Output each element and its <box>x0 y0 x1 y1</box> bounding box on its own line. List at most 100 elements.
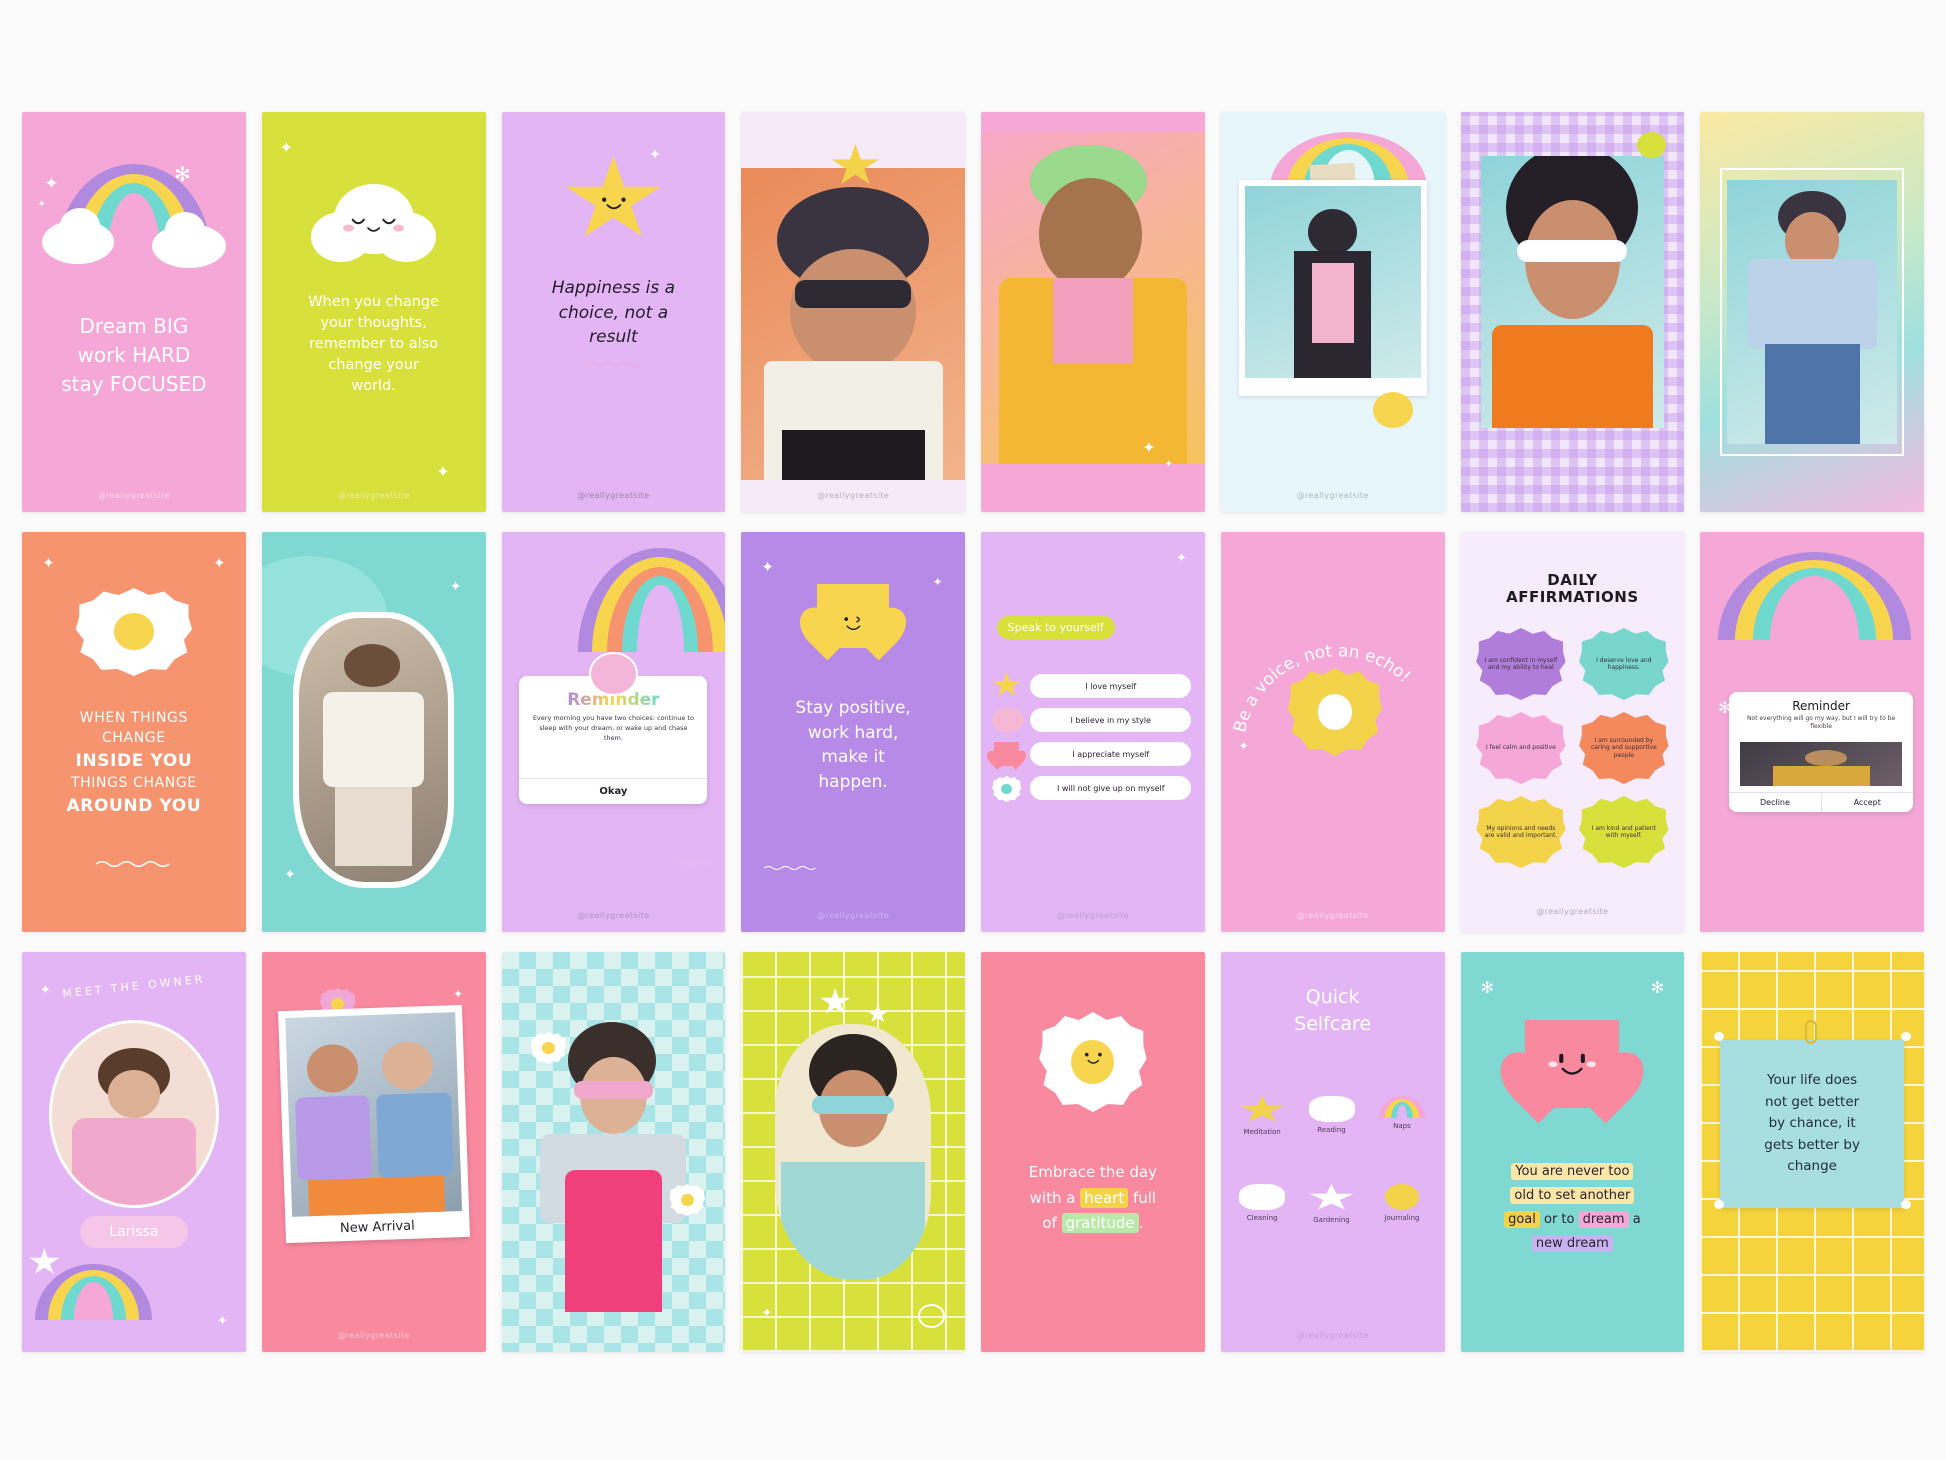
star-icon <box>866 1004 889 1023</box>
quote-line: make it <box>821 747 885 768</box>
quote-text: You are never too old to set another goa… <box>1478 1160 1666 1256</box>
affirmation-flower[interactable]: I am kind and patient with myself. <box>1579 796 1669 868</box>
sparkle-icon: ✦ <box>44 174 59 194</box>
card-change-thoughts[interactable]: ✦ ✦ When you change your thoughts, remem… <box>261 112 486 512</box>
card-new-arrival[interactable]: New Arrival ✦ @reallygreatsite <box>261 952 486 1352</box>
reminder-dialog[interactable]: Reminder Not everything will go my way, … <box>1729 692 1913 812</box>
badge-speak-to-yourself: Speak to yourself <box>996 616 1115 639</box>
card-gradient-denim[interactable] <box>1700 112 1924 512</box>
affirmation-text: I am surrounded by caring and supportive… <box>1590 736 1657 759</box>
card-be-a-voice[interactable]: Be a voice, not an echo! ✦ @reallygreats… <box>1220 532 1445 932</box>
pin-dot-icon <box>1713 1200 1724 1210</box>
sun-icon <box>1384 1184 1419 1210</box>
dialog-body: Not everything will go my way, but I wil… <box>1746 715 1896 731</box>
photo-portrait <box>1480 156 1665 428</box>
quote-line: remember to also <box>309 336 439 353</box>
daisy-sticker-icon <box>669 1184 706 1216</box>
card-reminder-okay[interactable]: Reminder Every morning you have two choi… <box>501 532 726 932</box>
sparkle-icon: ✦ <box>649 147 661 163</box>
rainbow-icon <box>577 548 726 652</box>
badge-label: Speak to yourself <box>1007 621 1104 634</box>
selfcare-item[interactable]: Journaling <box>1371 1184 1434 1222</box>
blob-photo <box>774 1024 932 1280</box>
handle-text: @reallygreatsite <box>1056 911 1129 920</box>
card-lime-grid-portrait[interactable]: ✦ <box>741 952 965 1352</box>
card-photo-braids-laughing[interactable]: ✦ ✦ <box>981 112 1205 512</box>
card-reminder-flexible[interactable]: ✻ Reminder Not everything will go my way… <box>1700 532 1924 932</box>
card-gingham-cateye[interactable] <box>1460 112 1685 512</box>
quote-line: not get better <box>1765 1093 1860 1110</box>
affirmation-flower[interactable]: I deserve love and happiness. <box>1579 628 1669 700</box>
affirmation-item[interactable]: I appreciate myself <box>1030 742 1192 766</box>
quote-text: WHEN THINGS CHANGE INSIDE YOU THINGS CHA… <box>40 708 228 818</box>
affirmation-flower[interactable]: I am confident in myself and my ability … <box>1476 628 1566 700</box>
affirmation-item[interactable]: I will not give up on myself <box>1030 776 1192 800</box>
decline-button[interactable]: Decline <box>1729 793 1822 812</box>
affirmation-item[interactable]: I believe in my style <box>1030 708 1192 732</box>
circle-photo <box>48 1020 219 1208</box>
quote-line: old to set another <box>1478 1184 1666 1208</box>
smiling-sun-icon <box>1372 392 1414 428</box>
quote-highlight: old to set another <box>1510 1187 1635 1205</box>
selfcare-item[interactable]: Cleaning <box>1232 1184 1292 1222</box>
quote-line: Stay positive, <box>795 698 911 718</box>
selfcare-item[interactable]: Reading <box>1301 1096 1361 1134</box>
affirmation-flower[interactable]: I am surrounded by caring and supportive… <box>1579 712 1669 784</box>
quote-line: with a heart full <box>999 1186 1187 1212</box>
card-daily-affirmations[interactable]: DAILY AFFIRMATIONS I am confident in mys… <box>1460 532 1685 932</box>
quote-line: Embrace the day <box>999 1160 1187 1186</box>
sparkle-icon: ✦ <box>449 579 462 595</box>
accept-button[interactable]: Accept <box>1822 793 1913 812</box>
card-embrace-the-day[interactable]: Embrace the day with a heart full of gra… <box>981 952 1205 1352</box>
card-dream-big[interactable]: ✦ ✦ ✻ Dream BIG work HARD stay FOCUSED @… <box>22 112 246 512</box>
quote-line: goal or to dream a <box>1478 1208 1666 1232</box>
affirmation-text: I appreciate myself <box>1072 749 1150 759</box>
handle-text: @reallygreatsite <box>337 491 410 500</box>
rainbow-icon <box>1718 552 1911 640</box>
card-never-too-old[interactable]: ✻ ✻ You are never too old to set another… <box>1460 952 1685 1352</box>
affirmation-item[interactable]: I love myself <box>1030 674 1192 698</box>
meet-owner-heading: MEET THE OWNER <box>61 972 206 1001</box>
card-teal-friends-photo[interactable]: ✦ ✦ <box>261 532 486 932</box>
selfcare-item[interactable]: Naps <box>1371 1096 1434 1130</box>
handle-text: @reallygreatsite <box>97 491 170 500</box>
card-polaroid-peace[interactable]: @reallygreatsite <box>1220 112 1445 512</box>
card-meet-the-owner[interactable]: MEET THE OWNER Larissa ✦ ✦ <box>22 952 246 1352</box>
sparkle-icon: ✦ <box>1175 551 1187 566</box>
quote-line: happen. <box>818 771 888 792</box>
okay-button[interactable]: Okay <box>599 786 627 797</box>
selfcare-item[interactable]: Gardening <box>1301 1184 1361 1224</box>
affirmation-flower[interactable]: I feel calm and positive <box>1476 712 1566 784</box>
quote-line: stay FOCUSED <box>61 372 207 396</box>
handle-text: @reallygreatsite <box>1296 491 1369 500</box>
affirmation-flower[interactable]: My opinions and needs are valid and impo… <box>1476 796 1566 868</box>
card-photo-sunglasses-cap[interactable]: @reallygreatsite <box>741 112 965 512</box>
card-when-things-change[interactable]: ✦ ✦ WHEN THINGS CHANGE INSIDE YOU THINGS… <box>22 532 246 932</box>
card-life-does-not-get-better[interactable]: Your life does not get better by chance,… <box>1700 952 1924 1352</box>
selfcare-label: Naps <box>1393 1122 1411 1130</box>
card-happiness-choice[interactable]: ✦ Happiness is a choice, not a result @r… <box>501 112 726 512</box>
quote-line-emphasis: AROUND YOU <box>66 795 202 816</box>
selfcare-item[interactable]: Meditation <box>1232 1096 1292 1136</box>
quote-text: Happiness is a choice, not a result <box>519 276 707 350</box>
card-checkerboard-daisy[interactable] <box>501 952 726 1352</box>
card-quick-selfcare[interactable]: Quick Selfcare Meditation Reading Naps C… <box>1220 952 1445 1352</box>
squiggle-icon <box>95 860 170 868</box>
sleepy-cloud-face-icon <box>310 184 437 264</box>
card-speak-to-yourself[interactable]: ✦ Speak to yourself I love myself I beli… <box>981 532 1205 932</box>
quote-line: You are never too <box>1478 1160 1666 1184</box>
card-stay-positive[interactable]: ✦ ✦ Stay positive, work hard, make it ha… <box>741 532 965 932</box>
sparkle-icon: ✻ <box>1480 978 1495 997</box>
quote-highlight: heart <box>1080 1187 1129 1208</box>
quote-line-emphasis: INSIDE YOU <box>75 750 193 771</box>
sparkle-icon: ✦ <box>284 867 296 883</box>
affirmation-text: I believe in my style <box>1070 715 1152 725</box>
quote-line: result <box>589 327 638 348</box>
blob-frame <box>293 612 455 888</box>
dialog-title: Reminder <box>1792 699 1850 713</box>
handle-text: @reallygreatsite <box>1296 911 1369 920</box>
sparkle-icon: ✦ <box>761 1306 773 1321</box>
affirmation-text: I love myself <box>1085 681 1137 691</box>
quote-line: of gratitude. <box>999 1211 1187 1237</box>
selfcare-label: Meditation <box>1243 1128 1281 1136</box>
